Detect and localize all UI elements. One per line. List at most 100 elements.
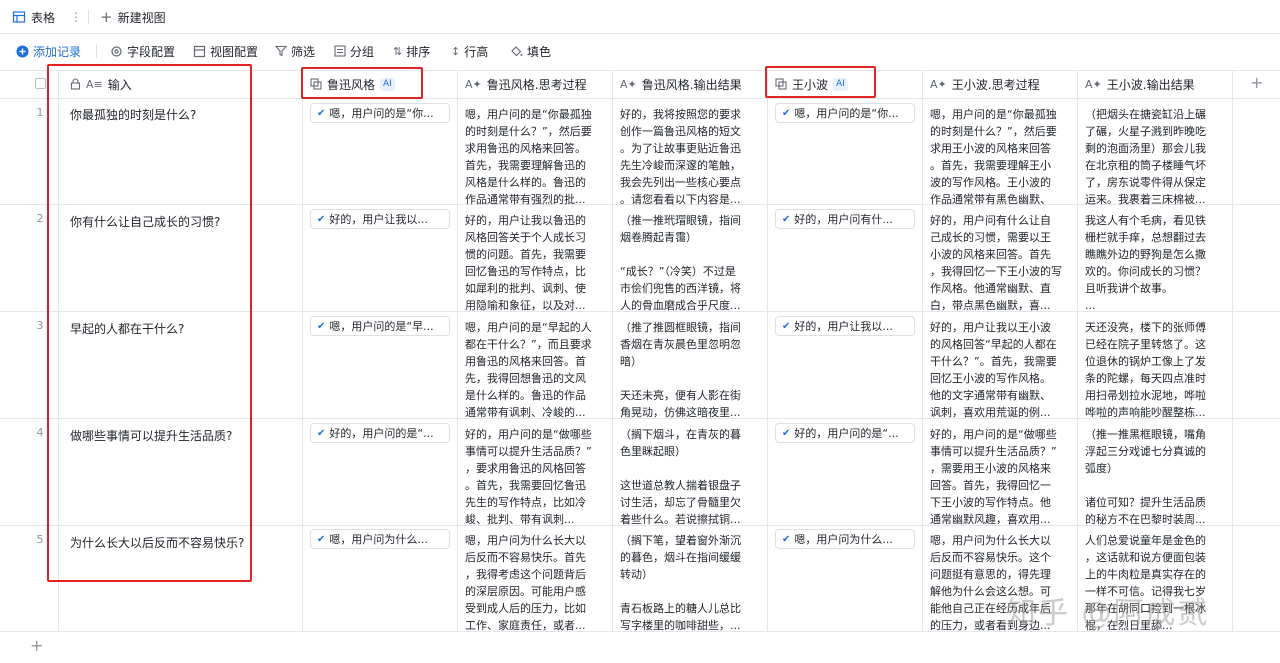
output-cell[interactable]: （推了推圆框眼镜，指间 香烟在青灰晨色里忽明忽 暗） 天还未亮，便有人影在街 角… xyxy=(620,319,762,423)
field-config-label: 字段配置 xyxy=(127,44,176,59)
output-cell[interactable]: （搁下笔，望着窗外渐沉 的暮色，烟斗在指间缓缓 转动） 青石板路上的糖人儿总比 … xyxy=(620,532,762,632)
input-column-highlight xyxy=(47,64,252,582)
chip-text: 好的，用户问的是“... xyxy=(794,427,899,440)
row-height-icon: ↕ xyxy=(451,44,461,58)
output-cell[interactable]: （推一推黑框眼镜，嘴角 浮起三分戏谑七分真诚的 弧度） 诸位可知？提升生活品质 … xyxy=(1085,426,1227,530)
row-number: 3 xyxy=(36,319,44,332)
filter-button[interactable]: 筛选 xyxy=(275,36,315,66)
tab-label: 新建视图 xyxy=(117,10,166,25)
data-grid: A≡ 输入 鲁迅风格 AI A✦ 鲁迅风格.思考过程 A✦ 鲁迅风格.输出结果 … xyxy=(0,64,1280,632)
tab-label: 表格 xyxy=(31,10,56,25)
ai-result-chip[interactable]: ✔ 好的，用户问有什... xyxy=(775,209,915,229)
output-cell[interactable]: 天还没亮，楼下的张师傅 已经在院子里转悠了。这 位退休的锅炉工像上了发 条的陀螺… xyxy=(1085,319,1227,423)
column-header-wangxiaobo-output[interactable]: A✦ 王小波.输出结果 xyxy=(1077,70,1232,98)
thinking-cell[interactable]: 嗯，用户问的是“你最孤独 的时刻是什么？”，然后要 求用鲁迅的风格来回答。 首先… xyxy=(465,106,607,210)
fill-color-label: 填色 xyxy=(527,44,552,59)
column-divider xyxy=(302,70,303,632)
watermark-text: 知乎 @阿成贰 xyxy=(1006,596,1210,631)
ai-check-icon: ✔ xyxy=(782,427,791,439)
fill-color-button[interactable]: 填色 xyxy=(510,36,551,66)
chip-text: 嗯，用户问的是“早... xyxy=(329,320,434,333)
toolbar-divider xyxy=(96,44,97,58)
view-settings-icon xyxy=(193,45,206,58)
column-header-luxun-thinking[interactable]: A✦ 鲁迅风格.思考过程 xyxy=(457,70,612,98)
chip-text: 好的，用户让我以... xyxy=(794,320,893,333)
ai-result-chip[interactable]: ✔ 好的，用户让我以... xyxy=(775,316,915,336)
new-view-tab[interactable]: + 新建视图 xyxy=(100,0,166,34)
thinking-cell[interactable]: 好的，用户问有什么让自 己成长的习惯，需要以王 小波的风格来回答。首先 ，我得回… xyxy=(930,212,1072,316)
column-divider xyxy=(1077,70,1078,632)
ai-result-chip[interactable]: ✔ 好的，用户问的是“... xyxy=(310,423,450,443)
ai-check-icon: ✔ xyxy=(317,213,326,225)
column-divider xyxy=(922,70,923,632)
thinking-cell[interactable]: 嗯，用户问的是“你最孤独 的时刻是什么？”，然后要 求用王小波的风格来回答 。首… xyxy=(930,106,1072,210)
chip-text: 好的，用户问有什... xyxy=(794,213,893,226)
ai-text-field-icon: A✦ xyxy=(620,77,637,91)
tab-table[interactable]: 表格 ⋮ xyxy=(12,0,94,34)
ai-result-chip[interactable]: ✔ 嗯，用户问为什么... xyxy=(775,529,915,549)
output-cell[interactable]: 我这人有个毛病，看见铁 栅栏就手痒，总想翻过去 瞧瞧外边的野狗是怎么撒 欢的。你… xyxy=(1085,212,1227,316)
luxun-header-highlight xyxy=(301,67,423,99)
column-divider xyxy=(767,70,768,632)
more-options-icon[interactable]: ⋮ xyxy=(70,10,82,24)
column-header-label: 王小波.输出结果 xyxy=(1106,77,1195,92)
ai-result-chip[interactable]: ✔ 嗯，用户问的是“你... xyxy=(310,103,450,123)
select-all-checkbox[interactable] xyxy=(35,78,46,89)
row-height-label: 行高 xyxy=(464,44,489,59)
row-number: 2 xyxy=(36,212,44,225)
sort-icon: ⇅ xyxy=(393,44,403,58)
column-header-wangxiaobo-thinking[interactable]: A✦ 王小波.思考过程 xyxy=(922,70,1077,98)
thinking-cell[interactable]: 好的，用户让我以王小波 的风格回答“早起的人都在 干什么？”。首先，我需要 回忆… xyxy=(930,319,1072,423)
add-record-button[interactable]: 添加记录 xyxy=(16,36,81,66)
field-config-button[interactable]: 字段配置 xyxy=(110,36,175,66)
ai-result-chip[interactable]: ✔ 嗯，用户问的是“早... xyxy=(310,316,450,336)
add-record-label: 添加记录 xyxy=(33,44,82,59)
ai-text-field-icon: A✦ xyxy=(930,77,947,91)
ai-check-icon: ✔ xyxy=(782,533,791,545)
thinking-cell[interactable]: 好的，用户问的是“做哪些 事情可以提升生活品质？” ，要求用鲁迅的风格回答 。首… xyxy=(465,426,607,530)
chip-text: 嗯，用户问为什么... xyxy=(794,533,893,546)
table-icon xyxy=(12,10,26,24)
output-cell[interactable]: 好的，我将按照您的要求 创作一篇鲁迅风格的短文 。为了让故事更贴近鲁迅 先生冷峻… xyxy=(620,106,762,210)
ai-result-chip[interactable]: ✔ 好的，用户问的是“... xyxy=(775,423,915,443)
gear-icon xyxy=(110,45,123,58)
view-config-button[interactable]: 视图配置 xyxy=(193,36,258,66)
column-header-label: 鲁迅风格.输出结果 xyxy=(641,77,742,92)
ai-result-chip[interactable]: ✔ 嗯，用户问为什么... xyxy=(310,529,450,549)
add-circle-icon xyxy=(16,45,29,58)
paint-bucket-icon xyxy=(510,45,523,58)
column-divider xyxy=(1232,70,1233,632)
thinking-cell[interactable]: 好的，用户让我以鲁迅的 风格回答关于个人成长习 惯的问题。首先，我需要 回忆鲁迅… xyxy=(465,212,607,316)
thinking-cell[interactable]: 嗯，用户问为什么长大以 后反而不容易快乐。首先 ，我得考虑这个问题背后 的深层原… xyxy=(465,532,607,632)
add-row-icon[interactable]: + xyxy=(30,636,43,655)
ai-result-chip[interactable]: ✔ 嗯，用户问的是“你... xyxy=(775,103,915,123)
ai-text-field-icon: A✦ xyxy=(1085,77,1102,91)
ai-result-chip[interactable]: ✔ 好的，用户让我以... xyxy=(310,209,450,229)
column-header-label: 鲁迅风格.思考过程 xyxy=(486,77,587,92)
thinking-cell[interactable]: 好的，用户问的是“做哪些 事情可以提升生活品质？” ，需要用王小波的风格来 回答… xyxy=(930,426,1072,530)
wangxiaobo-header-highlight xyxy=(765,66,876,98)
output-cell[interactable]: （搁下烟斗，在青灰的暮 色里眯起眼） 这世道总教人揣着银盘子 讨生活，却忘了骨髓… xyxy=(620,426,762,530)
plus-icon: + xyxy=(100,8,113,26)
toolbar: 添加记录 字段配置 视图配置 筛选 分组 ⇅ 排序 ↕ 行高 填色 xyxy=(0,36,1280,66)
thinking-cell[interactable]: 嗯，用户问的是“早起的人 都在干什么？”，而且要求 用鲁迅的风格来回答。首 先，… xyxy=(465,319,607,423)
ai-check-icon: ✔ xyxy=(317,320,326,332)
output-cell[interactable]: （推一推玳瑁眼镜，指间 烟卷腾起青霭） “成长？”（冷笑）不过是 市侩们兜售的西… xyxy=(620,212,762,316)
add-column-icon[interactable]: + xyxy=(1250,73,1263,92)
column-header-luxun-output[interactable]: A✦ 鲁迅风格.输出结果 xyxy=(612,70,767,98)
column-divider xyxy=(612,70,613,632)
ai-check-icon: ✔ xyxy=(782,213,791,225)
row-height-button[interactable]: ↕ 行高 xyxy=(451,36,488,66)
row-number: 1 xyxy=(36,106,44,119)
filter-label: 筛选 xyxy=(291,44,316,59)
ai-check-icon: ✔ xyxy=(782,107,791,119)
row-number: 4 xyxy=(36,426,44,439)
column-divider xyxy=(457,70,458,632)
output-cell[interactable]: （把烟头在搪瓷缸沿上碾 了碾，火星子溅到昨晚吃 剩的泡面汤里）那会儿我 在北京租… xyxy=(1085,106,1227,210)
ai-check-icon: ✔ xyxy=(317,427,326,439)
tab-divider xyxy=(88,10,89,24)
group-button[interactable]: 分组 xyxy=(334,36,374,66)
chip-text: 嗯，用户问的是“你... xyxy=(794,107,899,120)
ai-check-icon: ✔ xyxy=(317,107,326,119)
sort-button[interactable]: ⇅ 排序 xyxy=(393,36,430,66)
